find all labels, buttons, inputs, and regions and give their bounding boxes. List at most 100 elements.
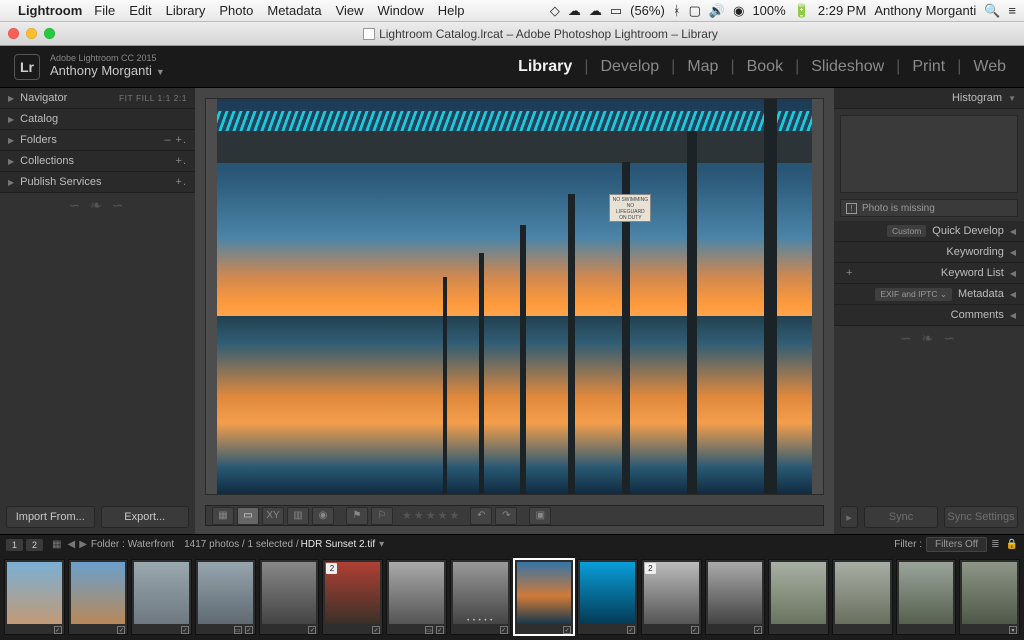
module-book[interactable]: Book (743, 58, 787, 76)
thumbnail[interactable]: 2✓ (322, 559, 383, 635)
metadata-preset-select[interactable]: EXIF and IPTC ⌄ (875, 288, 952, 301)
menu-edit[interactable]: Edit (129, 3, 151, 18)
menubar-clock[interactable]: 2:29 PM (818, 3, 866, 18)
compare-view-button[interactable]: XY (262, 507, 284, 525)
menu-window[interactable]: Window (378, 3, 424, 18)
thumbnail[interactable]: ✓ (4, 559, 65, 635)
rotate-cw-button[interactable]: ↷ (495, 507, 517, 525)
folders-plusminus-button[interactable]: – +. (164, 134, 187, 146)
notification-center-icon[interactable]: ≡ (1008, 3, 1016, 18)
thumbnail[interactable]: ✓ (68, 559, 129, 635)
sync-button[interactable]: Sync (864, 506, 938, 528)
filter-select[interactable]: Filters Off (926, 537, 987, 552)
thumbnail[interactable]: ▭✓ (386, 559, 447, 635)
thumbnail[interactable]: ▾ (959, 559, 1020, 635)
rotate-ccw-button[interactable]: ↶ (470, 507, 492, 525)
module-web[interactable]: Web (969, 58, 1010, 76)
module-slideshow[interactable]: Slideshow (807, 58, 888, 76)
module-print[interactable]: Print (908, 58, 949, 76)
module-develop[interactable]: Develop (596, 58, 663, 76)
panel-keywording[interactable]: Keywording◀ (834, 242, 1024, 263)
wifi-icon[interactable]: ◉ (733, 3, 744, 19)
menu-file[interactable]: File (94, 3, 115, 18)
menubar-user[interactable]: Anthony Morganti (874, 3, 976, 18)
menu-view[interactable]: View (336, 3, 364, 18)
grid-view-button[interactable]: ▦ (212, 507, 234, 525)
loupe-view-button[interactable]: ▭ (237, 507, 259, 525)
keyword-list-plus-icon[interactable]: + (846, 267, 852, 279)
dropbox-icon[interactable]: ◇ (550, 3, 560, 19)
quick-develop-label: Quick Develop (932, 225, 1004, 237)
thumbnail-selected[interactable]: ✓ (514, 559, 575, 635)
filter-lock-icon[interactable]: 🔒 (1006, 539, 1018, 550)
panel-metadata[interactable]: EXIF and IPTC ⌄Metadata◀ (834, 284, 1024, 305)
thumbnail[interactable]: 2✓ (641, 559, 702, 635)
panel-collections[interactable]: ▶Collections+. (0, 151, 195, 172)
collections-plus-button[interactable]: +. (176, 155, 187, 167)
people-view-button[interactable]: ◉ (312, 507, 334, 525)
survey-view-button[interactable]: ▥ (287, 507, 309, 525)
module-map[interactable]: Map (683, 58, 722, 76)
loupe-view[interactable]: NO SWIMMING NO LIFEGUARD ON DUTY (205, 98, 824, 495)
badge-icon: ✓ (500, 626, 508, 634)
rating-stars[interactable]: ★★★★★ (402, 509, 461, 522)
panel-histogram[interactable]: Histogram▼ (834, 88, 1024, 109)
slideshow-play-button[interactable]: ▣ (529, 507, 551, 525)
filter-options-icon[interactable]: ≣ (991, 539, 999, 550)
import-button[interactable]: Import From... (6, 506, 95, 528)
folder-name[interactable]: Waterfront (128, 539, 174, 550)
identity-plate[interactable]: Adobe Lightroom CC 2015 Anthony Morganti… (50, 54, 165, 78)
quick-develop-preset[interactable]: Custom (887, 225, 926, 237)
flag-pick-button[interactable]: ⚑ (346, 507, 368, 525)
menu-app-name[interactable]: Lightroom (18, 3, 82, 18)
flag-reject-button[interactable]: ⚐ (371, 507, 393, 525)
main-display-button[interactable]: 1 (6, 539, 23, 551)
export-button[interactable]: Export... (101, 506, 190, 528)
grid-shortcut-icon[interactable]: ▦ (52, 539, 61, 550)
keywording-label: Keywording (946, 246, 1003, 258)
zoom-window-button[interactable] (44, 28, 55, 39)
breadcrumb-chevron-icon[interactable]: ▾ (379, 539, 384, 550)
thumbnail[interactable] (832, 559, 893, 635)
panel-folders[interactable]: ▶Folders– +. (0, 130, 195, 151)
thumbnail[interactable]: • • • • •✓ (450, 559, 511, 635)
panel-keyword-list[interactable]: +Keyword List◀ (834, 263, 1024, 284)
panel-quick-develop[interactable]: CustomQuick Develop◀ (834, 221, 1024, 242)
document-proxy-icon[interactable] (363, 28, 375, 40)
thumbnail[interactable]: ✓ (705, 559, 766, 635)
panel-publish[interactable]: ▶Publish Services+. (0, 172, 195, 193)
thumbnail[interactable]: ✓ (131, 559, 192, 635)
publish-plus-button[interactable]: +. (176, 176, 187, 188)
thumbnail[interactable]: ✓ (577, 559, 638, 635)
filmstrip-forward-button[interactable]: ▶ (79, 539, 87, 550)
spotlight-icon[interactable]: 🔍 (984, 3, 1000, 19)
menu-metadata[interactable]: Metadata (267, 3, 321, 18)
icloud-icon[interactable]: ☁ (589, 3, 602, 19)
panel-navigator[interactable]: ▶NavigatorFIT FILL 1:1 2:1 (0, 88, 195, 109)
menu-photo[interactable]: Photo (219, 3, 253, 18)
sync-toggle-button[interactable]: ▸ (840, 506, 858, 528)
thumbnail[interactable]: ▭✓ (195, 559, 256, 635)
volume-icon[interactable]: 🔊 (709, 3, 725, 19)
second-display-button[interactable]: 2 (26, 539, 43, 551)
panel-catalog[interactable]: ▶Catalog (0, 109, 195, 130)
filmstrip[interactable]: ✓ ✓ ✓ ▭✓ ✓ 2✓ ▭✓ • • • • •✓ ✓ ✓ 2✓ ✓ ▾ (0, 554, 1024, 640)
menu-library[interactable]: Library (166, 3, 206, 18)
display-icon[interactable]: ▢ (689, 3, 701, 19)
close-window-button[interactable] (8, 28, 19, 39)
bluetooth-icon[interactable]: ᚼ (673, 3, 681, 18)
menu-help[interactable]: Help (438, 3, 465, 18)
panel-comments[interactable]: Comments◀ (834, 305, 1024, 326)
photo-missing-warning[interactable]: !Photo is missing (840, 199, 1018, 217)
sync-settings-button[interactable]: Sync Settings (944, 506, 1018, 528)
minimize-window-button[interactable] (26, 28, 37, 39)
navigator-zoom-options[interactable]: FIT FILL 1:1 2:1 (119, 93, 187, 103)
thumbnail[interactable] (768, 559, 829, 635)
battery-icon[interactable]: 🔋 (794, 3, 810, 19)
filmstrip-back-button[interactable]: ◀ (67, 539, 75, 550)
laptop-battery-icon[interactable]: ▭ (610, 3, 622, 19)
cc-icon[interactable]: ☁︎ (568, 3, 581, 19)
module-library[interactable]: Library (514, 58, 576, 76)
thumbnail[interactable]: ✓ (259, 559, 320, 635)
thumbnail[interactable] (896, 559, 957, 635)
